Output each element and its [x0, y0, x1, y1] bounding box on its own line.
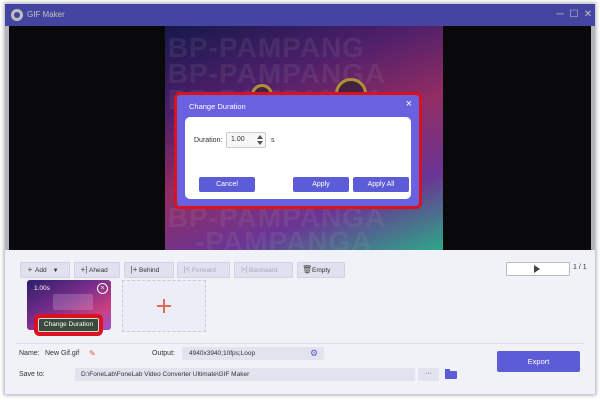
forward-button[interactable]: |< Forward [177, 262, 230, 278]
change-duration-button[interactable]: Change Duration [38, 318, 99, 332]
decrement-arrow-icon[interactable] [257, 141, 263, 145]
name-label: Name: [19, 350, 40, 357]
file-name: New Gif.gif [45, 350, 80, 357]
divider [15, 343, 585, 344]
plus-icon: + [27, 265, 33, 274]
save-to-label: Save to: [19, 371, 45, 378]
backward-icon: >| [240, 265, 248, 274]
behind-button[interactable]: |+ Behind [124, 262, 174, 278]
increment-arrow-icon[interactable] [257, 135, 263, 139]
behind-label: Behind [139, 267, 160, 274]
dialog-title: Change Duration [189, 102, 246, 111]
dialog-close-icon[interactable]: × [406, 99, 412, 110]
play-button[interactable] [506, 262, 570, 276]
duration-stepper[interactable]: 1.00 [226, 132, 266, 148]
add-plus-icon-vertical [163, 299, 165, 313]
add-button[interactable]: + Add ▼ [20, 262, 70, 278]
output-settings-field[interactable]: 4940x3940;10fps;Loop ⚙ [182, 347, 324, 360]
forward-icon: |< [183, 265, 191, 274]
export-button[interactable]: Export [497, 351, 580, 372]
empty-label: Empty [312, 267, 331, 274]
empty-button[interactable]: 🗑Empty [297, 262, 345, 278]
frame-timeline: 1.00s × Change Duration [15, 280, 585, 338]
output-settings-value: 4940x3940;10fps;Loop [189, 350, 256, 357]
folder-body-shape [445, 371, 457, 379]
browse-more-button[interactable]: ··· [418, 368, 439, 381]
gear-icon[interactable]: ⚙ [310, 348, 318, 359]
backward-label: Backward [249, 267, 278, 274]
cancel-button[interactable]: Cancel [199, 177, 255, 192]
edit-name-icon[interactable]: ✎ [89, 349, 96, 358]
insert-behind-icon: |+ [130, 265, 138, 274]
dialog-body: Duration: 1.00 s Cancel Apply Apply All [185, 117, 411, 199]
add-label: Add [35, 267, 47, 274]
gif-maker-window: GIF Maker ─ ☐ ✕ IBP-PAMPANG IBP-PAMPANGA… [4, 3, 596, 395]
page-indicator: 1 / 1 [573, 264, 587, 271]
apply-button[interactable]: Apply [293, 177, 349, 192]
output-label: Output: [152, 350, 175, 357]
play-icon [534, 265, 540, 273]
apply-all-button[interactable]: Apply All [353, 177, 409, 192]
add-frame-slot[interactable] [122, 280, 206, 332]
change-duration-dialog: Change Duration × Duration: 1.00 s Cance… [177, 95, 419, 206]
insert-ahead-icon: +| [80, 265, 88, 274]
ahead-button[interactable]: +| Ahead [74, 262, 120, 278]
backward-button[interactable]: >| Backward [234, 262, 293, 278]
thumbnail-image [53, 294, 93, 310]
open-folder-icon[interactable] [445, 369, 457, 379]
ahead-label: Ahead [89, 267, 108, 274]
duration-unit: s [271, 137, 275, 144]
remove-frame-icon[interactable]: × [97, 283, 108, 294]
duration-label: Duration: [194, 137, 223, 144]
forward-label: Forward [192, 267, 216, 274]
save-path-field[interactable]: D:\FoneLab\FoneLab Video Converter Ultim… [75, 368, 415, 381]
save-path: D:\FoneLab\FoneLab Video Converter Ultim… [81, 371, 250, 378]
duration-value[interactable]: 1.00 [231, 136, 245, 143]
trash-icon: 🗑 [302, 265, 313, 274]
clip-duration: 1.00s [34, 285, 50, 292]
dropdown-arrow-icon[interactable]: ▼ [53, 268, 59, 274]
